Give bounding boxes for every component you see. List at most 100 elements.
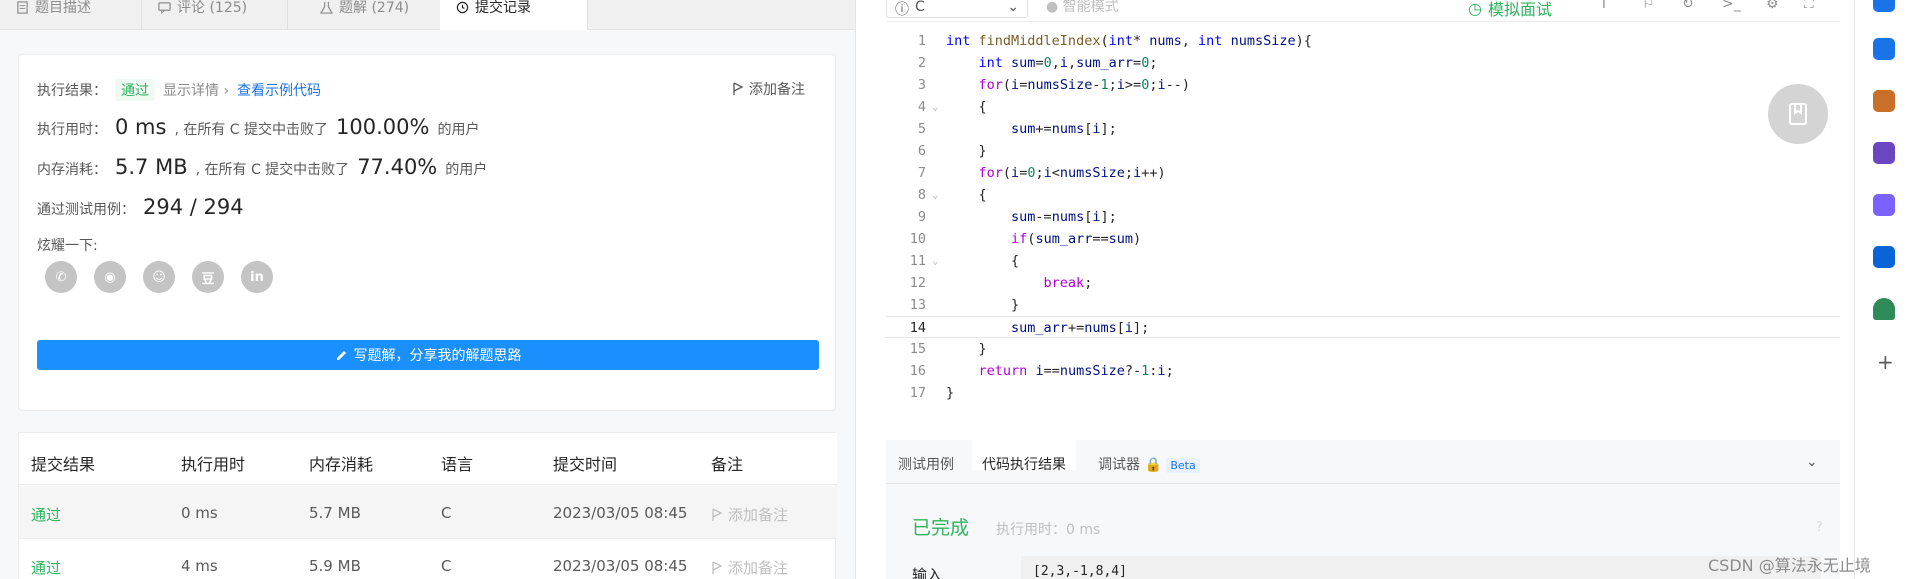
beta-badge: Beta — [1166, 458, 1200, 473]
smart-mode-toggle[interactable]: ● 智能模式 — [1046, 0, 1119, 16]
comment-icon — [158, 2, 171, 14]
flag-icon[interactable]: ⚐ — [1642, 0, 1655, 12]
weibo-icon[interactable]: ◉ — [94, 261, 126, 293]
memory-percent: 77.40% — [357, 155, 438, 179]
row-language: C — [441, 557, 452, 575]
result-label: 执行结果： — [37, 83, 107, 99]
row-add-note[interactable]: 添加备注 — [711, 557, 788, 578]
tab-solutions[interactable]: 题解 (274) — [304, 0, 440, 30]
header-result: 提交结果 — [31, 455, 96, 474]
code-editor[interactable]: 1 int findMiddleIndex(int* nums, int nums… — [886, 30, 1840, 440]
tab-label: 评论 (125) — [177, 0, 248, 16]
code-line: 16 return i==numsSize?-1:i; — [909, 363, 1174, 379]
row-add-note[interactable]: 添加备注 — [711, 504, 788, 525]
run-time: 执行用时：0 ms — [996, 522, 1101, 538]
tab-comments[interactable]: 评论 (125) — [142, 0, 288, 30]
runtime-value: 0 ms — [115, 115, 167, 139]
tab-label: 提交记录 — [475, 0, 531, 16]
row-runtime: 0 ms — [181, 504, 218, 522]
table-header: 提交结果 执行用时 内存消耗 语言 提交时间 备注 — [19, 433, 837, 485]
show-detail-link[interactable]: 显示详情 › — [163, 80, 229, 100]
runtime-beat-text: , 在所有 C 提交中击败了 — [174, 122, 329, 138]
code-line: 17} — [909, 385, 955, 401]
reset-icon[interactable]: ↻ — [1682, 0, 1694, 12]
write-solution-button[interactable]: 写题解，分享我的解题思路 — [37, 340, 819, 370]
bing-icon[interactable] — [1873, 0, 1895, 12]
terminal-icon[interactable]: >_ — [1722, 0, 1741, 12]
row-result[interactable]: 通过 — [31, 504, 61, 525]
tab-label: 题目描述 — [35, 0, 91, 16]
office-icon[interactable] — [1873, 194, 1895, 216]
table-row[interactable]: 通过 4 ms 5.9 MB C 2023/03/05 08:45 添加备注 — [19, 539, 837, 579]
status-badge: 通过 — [115, 79, 155, 101]
tab-run-result[interactable]: 代码执行结果 — [972, 440, 1076, 473]
runtime-label: 执行用时： — [37, 122, 107, 138]
row-language: C — [441, 504, 452, 522]
row-memory: 5.7 MB — [309, 504, 361, 522]
sample-code-link[interactable]: 查看示例代码 — [237, 80, 321, 100]
header-language: 语言 — [441, 455, 474, 474]
code-line: 11 ⌄ { — [909, 253, 1020, 269]
outlook-icon[interactable] — [1873, 246, 1895, 268]
share-label: 炫耀一下: — [37, 238, 98, 254]
wechat-icon[interactable]: ✆ — [45, 261, 77, 293]
browser-sidebar: + — [1854, 0, 1913, 579]
tab-submissions[interactable]: 提交记录 — [440, 0, 588, 30]
runtime-percent: 100.00% — [336, 115, 430, 139]
chevron-down-icon: ⌄ — [1007, 0, 1019, 15]
code-line: 5 sum+=nums[i]; — [917, 121, 1117, 137]
code-line: 10 if(sum_arr==sum) — [909, 231, 1142, 247]
add-note-button[interactable]: 添加备注 — [732, 79, 805, 99]
document-icon — [17, 1, 28, 14]
tree-icon[interactable] — [1873, 298, 1895, 320]
header-note: 备注 — [711, 455, 744, 474]
linkedin-icon[interactable]: in — [241, 261, 273, 293]
flag-icon — [712, 560, 723, 574]
tab-description[interactable]: 题目描述 — [0, 0, 142, 30]
row-result[interactable]: 通过 — [31, 557, 61, 578]
row-memory: 5.9 MB — [309, 557, 361, 575]
memory-users-text: 的用户 — [445, 162, 488, 178]
runtime-row: 执行用时： 0 ms , 在所有 C 提交中击败了 100.00% 的用户 — [37, 115, 479, 139]
italic-icon[interactable]: i — [1602, 0, 1606, 12]
code-line: 1 int findMiddleIndex(int* nums, int nums… — [917, 33, 1312, 49]
tab-testcase[interactable]: 测试用例 — [898, 454, 954, 474]
row-date: 2023/03/05 08:45 — [553, 557, 688, 575]
timer-icon: ◷ — [1468, 0, 1482, 18]
code-line: 3 for(i=numsSize-1;i>=0;i--) — [917, 77, 1190, 93]
language-select[interactable]: ⓘ C ⌄ — [886, 0, 1028, 18]
tab-debugger[interactable]: 调试器 🔒 Beta — [1098, 454, 1200, 474]
memory-row: 内存消耗： 5.7 MB , 在所有 C 提交中击败了 77.40% 的用户 — [37, 155, 487, 179]
qq-icon[interactable]: ☺ — [143, 261, 175, 293]
bookmark-button[interactable] — [1768, 84, 1828, 144]
games-icon[interactable] — [1873, 142, 1895, 164]
share-row: 炫耀一下: — [37, 235, 98, 255]
toolbox-icon[interactable] — [1873, 90, 1895, 112]
bookmark-icon — [1789, 103, 1807, 125]
row-note-label: 添加备注 — [728, 506, 789, 524]
mock-interview-button[interactable]: ◷ 模拟面试 — [1468, 0, 1552, 20]
gear-icon[interactable]: ⚙ — [1766, 0, 1779, 12]
row-date: 2023/03/05 08:45 — [553, 504, 688, 522]
code-line: 15 } — [909, 341, 987, 357]
runtime-users-text: 的用户 — [437, 122, 480, 138]
douban-icon[interactable]: 豆 — [192, 261, 224, 293]
code-line: 9 sum-=nums[i]; — [917, 209, 1117, 225]
watermark: CSDN @算法永无止境 — [1708, 556, 1871, 575]
result-row: 执行结果： 通过 显示详情 › 查看示例代码 — [37, 79, 321, 101]
fullscreen-icon[interactable]: ⛶ — [1804, 0, 1814, 12]
code-line: 13 } — [909, 297, 1020, 313]
row-runtime: 4 ms — [181, 557, 218, 575]
info-icon: ⓘ — [895, 2, 909, 18]
run-status: 已完成 — [912, 517, 970, 539]
help-icon[interactable]: ? — [1816, 520, 1823, 535]
tag-icon[interactable] — [1873, 38, 1895, 60]
code-line: 6 } — [917, 143, 987, 159]
collapse-chevron-icon[interactable]: ⌄ — [1806, 454, 1818, 470]
editor-toolbar: ⓘ C ⌄ ● 智能模式 ◷ 模拟面试 i ⚐ ↻ >_ ⚙ ⛶ — [886, 0, 1840, 22]
debugger-label: 调试器 — [1098, 457, 1140, 473]
flask-icon — [320, 1, 333, 14]
add-icon[interactable]: + — [1877, 350, 1894, 374]
table-row[interactable]: 通过 0 ms 5.7 MB C 2023/03/05 08:45 添加备注 — [19, 486, 837, 539]
memory-value: 5.7 MB — [115, 155, 188, 179]
